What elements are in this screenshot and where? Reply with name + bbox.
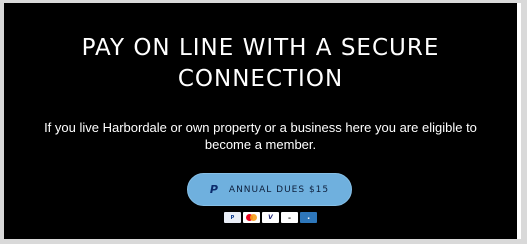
membership-description: If you live Harbordale or own property o… [44, 120, 477, 152]
mastercard-icon [243, 212, 260, 223]
payment-methods: P V ▬ ▪ [224, 212, 317, 223]
amex-icon: ▪ [300, 212, 317, 223]
paypal-icon: P [209, 183, 218, 196]
paypal-icon: P [224, 212, 241, 223]
page-title: PAY ON LINE WITH A SECURE CONNECTION [81, 35, 440, 92]
visa-icon: V [262, 212, 279, 223]
content-section: PAY ON LINE WITH A SECURE CONNECTION If … [4, 3, 521, 239]
discover-icon: ▬ [281, 212, 298, 223]
annual-dues-label: ANNUAL DUES $15 [228, 184, 330, 195]
annual-dues-button[interactable]: P ANNUAL DUES $15 [187, 173, 352, 206]
